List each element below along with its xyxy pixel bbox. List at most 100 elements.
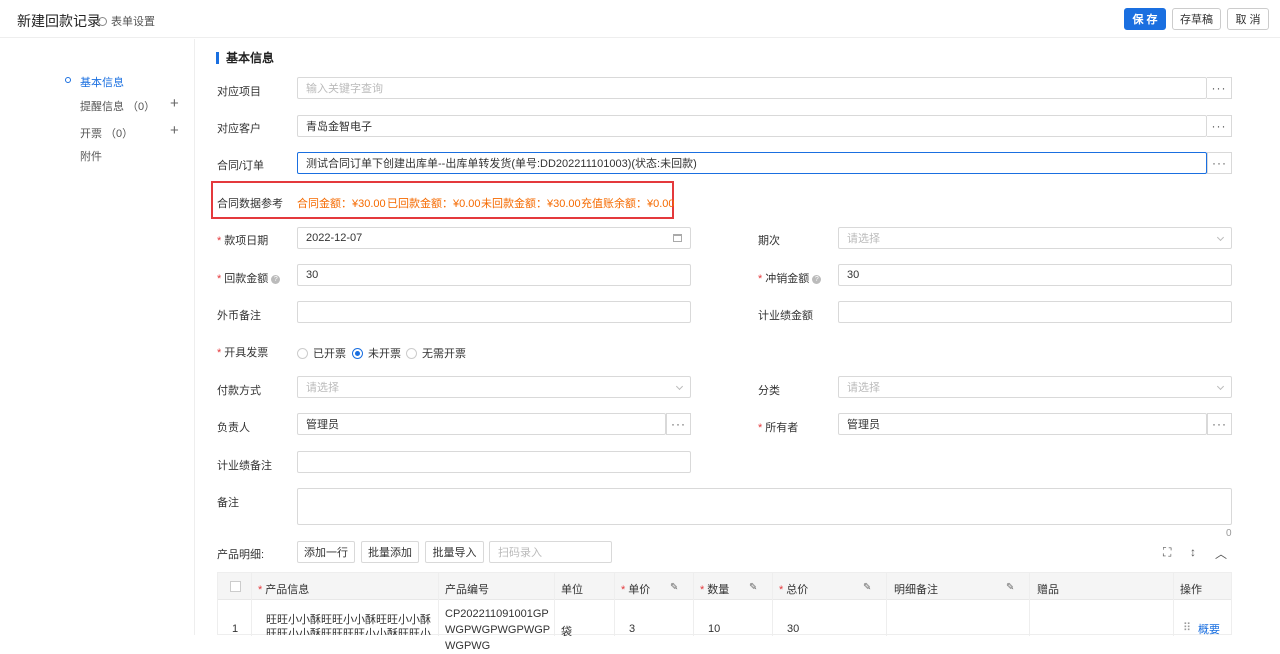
holder-input[interactable]: 管理员 xyxy=(838,413,1207,435)
col-gift[interactable]: 赠品 xyxy=(1037,581,1059,597)
column-label: 数量 xyxy=(707,584,730,596)
row-unit[interactable]: 袋 xyxy=(561,623,572,639)
note-label: 备注 xyxy=(217,497,239,509)
date-label: * 款项日期 xyxy=(217,232,268,248)
contract-input[interactable]: 测试合同订单下创建出库单--出库单转发货(单号:DD202211101003)(… xyxy=(297,152,1207,174)
customer-label: 对应客户 xyxy=(217,123,261,135)
collapse-up-icon[interactable]: ︿ xyxy=(1215,545,1227,562)
offset-input[interactable]: 30 xyxy=(838,264,1232,286)
contract-picker-button[interactable]: ··· xyxy=(1207,152,1232,174)
save-button[interactable]: 保 存 xyxy=(1124,8,1166,30)
add-invoice-plus-icon[interactable]: + xyxy=(170,123,179,138)
row-index: 1 xyxy=(232,623,239,635)
column-divider xyxy=(554,573,555,636)
ref-contract-amount: 合同金额：¥30.00 xyxy=(297,198,386,210)
col-action: 操作 xyxy=(1180,584,1202,596)
note-textarea[interactable] xyxy=(297,488,1232,525)
row-price[interactable]: 3 xyxy=(629,623,635,635)
owner-input[interactable]: 管理员 xyxy=(297,413,666,435)
perf-note-input[interactable] xyxy=(297,451,691,473)
project-picker-button[interactable]: ··· xyxy=(1207,77,1232,99)
holder-label-text: 所有者 xyxy=(765,422,799,434)
ref-unreceived-amount: 未回款金额：¥30.00 xyxy=(481,198,581,210)
customer-picker-button[interactable]: ··· xyxy=(1207,115,1232,137)
amount-label: * 回款金额? xyxy=(217,270,281,286)
invoice-label-text: 开具发票 xyxy=(224,347,269,359)
chevron-down-icon xyxy=(1216,382,1225,391)
sidebar: 基本信息 提醒信息 （0） + 开票 （0） + 附件 xyxy=(0,39,195,635)
help-icon[interactable]: ? xyxy=(271,274,281,284)
pay-placeholder: 请选择 xyxy=(306,382,339,394)
col-product-code[interactable]: 产品编号 xyxy=(445,581,489,597)
help-icon[interactable]: ? xyxy=(812,274,822,284)
batch-import-button[interactable]: 批量导入 xyxy=(425,541,484,563)
required-mark: * xyxy=(758,422,763,434)
column-divider xyxy=(614,573,615,636)
col-price[interactable]: * 单价 xyxy=(621,581,650,597)
edit-pencil-icon[interactable]: ✎ xyxy=(749,582,757,593)
add-row-button[interactable]: 添加一行 xyxy=(297,541,355,563)
col-product-info[interactable]: * 产品信息 xyxy=(258,581,309,597)
fullscreen-icon[interactable]: ⛶ xyxy=(1163,545,1171,560)
contract-reference-label: 合同数据参考 xyxy=(217,198,283,210)
period-label: 期次 xyxy=(758,235,780,247)
save-draft-button[interactable]: 存草稿 xyxy=(1172,8,1221,30)
row-total[interactable]: 30 xyxy=(787,623,799,635)
top-bar: 新建回款记录 表单设置 保 存 存草稿 取 消 xyxy=(0,0,1280,38)
required-mark: * xyxy=(758,273,763,285)
amount-input[interactable]: 30 xyxy=(297,264,691,286)
owner-picker-button[interactable]: ··· xyxy=(666,413,691,435)
edit-pencil-icon[interactable]: ✎ xyxy=(1006,582,1014,593)
category-placeholder: 请选择 xyxy=(847,382,880,394)
project-search-input[interactable]: 输入关键字查询 xyxy=(297,77,1207,99)
holder-picker-button[interactable]: ··· xyxy=(1207,413,1232,435)
row-product-code[interactable]: CP202211091001GPWGPWGPWGPWGPWGPWG xyxy=(445,606,551,654)
scan-input[interactable]: 扫码录入 xyxy=(489,541,612,563)
required-mark: * xyxy=(217,235,222,247)
pay-select[interactable]: 请选择 xyxy=(297,376,691,398)
table-header: * 产品信息 产品编号 单位 * 单价 ✎ * 数量 ✎ * 总价 ✎ 明细备注 ✎ 赠… xyxy=(218,573,1231,600)
batch-add-button[interactable]: 批量添加 xyxy=(361,541,419,563)
form-settings-label: 表单设置 xyxy=(111,16,155,28)
edit-pencil-icon[interactable]: ✎ xyxy=(863,582,871,593)
edit-pencil-icon[interactable]: ✎ xyxy=(670,582,678,593)
col-qty[interactable]: * 数量 xyxy=(700,581,729,597)
col-unit[interactable]: 单位 xyxy=(561,581,583,597)
required-mark: * xyxy=(621,584,626,596)
col-total[interactable]: * 总价 xyxy=(779,581,808,597)
add-reminder-plus-icon[interactable]: + xyxy=(170,96,179,111)
form-settings-link[interactable]: 表单设置 xyxy=(98,13,155,29)
drag-handle-icon[interactable]: ⠿ xyxy=(1183,621,1191,634)
sidebar-item-basic-info[interactable]: 基本信息 xyxy=(65,74,124,90)
column-divider xyxy=(438,573,439,636)
resize-vertical-icon[interactable]: ↕ xyxy=(1190,545,1196,559)
radio-no-invoice-needed[interactable]: 无需开票 xyxy=(406,345,466,361)
project-label: 对应项目 xyxy=(217,86,261,98)
col-detail-note[interactable]: 明细备注 xyxy=(894,581,938,597)
row-product-info[interactable]: 旺旺小小酥旺旺小小酥旺旺小小酥旺旺小小酥旺旺旺旺小小酥旺旺小小 xyxy=(266,613,432,635)
column-divider xyxy=(1029,573,1030,636)
category-select[interactable]: 请选择 xyxy=(838,376,1232,398)
calendar-icon xyxy=(673,234,682,242)
sidebar-item-invoice[interactable]: 开票 （0） xyxy=(80,125,133,141)
sidebar-item-attachment[interactable]: 附件 xyxy=(80,148,102,164)
cancel-button[interactable]: 取 消 xyxy=(1227,8,1269,30)
period-select[interactable]: 请选择 xyxy=(838,227,1232,249)
note-char-count: 0 xyxy=(1226,528,1232,539)
radio-not-invoiced[interactable]: 未开票 xyxy=(352,345,401,361)
row-qty[interactable]: 10 xyxy=(708,623,720,635)
owner-label: 负责人 xyxy=(217,422,250,434)
radio-circle xyxy=(406,347,417,359)
radio-invoiced[interactable]: 已开票 xyxy=(297,345,346,361)
perf-amount-label: 计业绩金额 xyxy=(758,310,813,322)
customer-input[interactable]: 青岛金智电子 xyxy=(297,115,1207,137)
date-input[interactable]: 2022-12-07 xyxy=(297,227,691,249)
radio-circle-selected xyxy=(352,347,363,359)
period-placeholder: 请选择 xyxy=(847,233,880,245)
fx-input[interactable] xyxy=(297,301,691,323)
invoice-label: * 开具发票 xyxy=(217,344,268,360)
select-all-checkbox[interactable] xyxy=(230,581,241,592)
perf-amount-input[interactable] xyxy=(838,301,1232,323)
sidebar-item-reminder[interactable]: 提醒信息 （0） xyxy=(80,98,155,114)
ref-received-amount: 已回款金额：¥0.00 xyxy=(387,198,481,210)
